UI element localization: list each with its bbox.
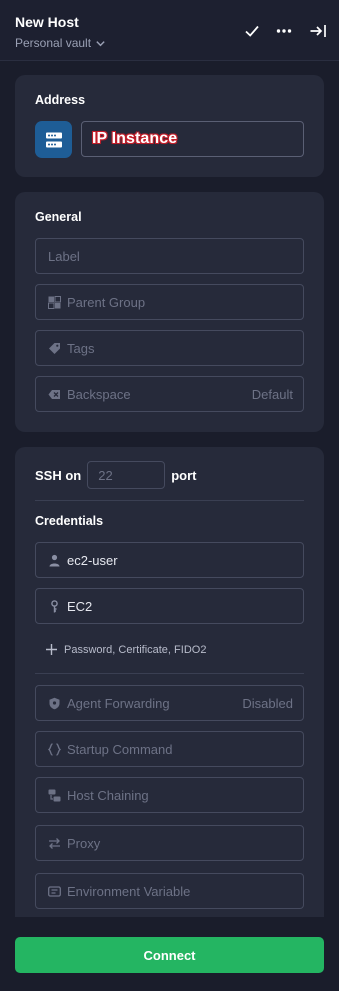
plus-icon [46,644,57,655]
backspace-label: Backspace [67,386,131,402]
proxy-field[interactable]: Proxy [35,825,304,861]
footer: Connect [0,917,339,991]
page-title: New Host [15,14,79,30]
key-field[interactable]: EC2 [35,588,304,624]
startup-command-label: Startup Command [67,741,173,757]
parent-group-field[interactable]: Parent Group [35,284,304,320]
vault-label: Personal vault [15,36,92,50]
label-field[interactable]: Label [35,238,304,274]
port-placeholder: 22 [98,467,113,483]
host-chain-icon [48,789,61,802]
general-card: General Label Parent Group Tags Backspac… [15,192,324,432]
backspace-icon [48,388,61,401]
close-panel-button[interactable] [307,20,329,42]
proxy-label: Proxy [67,835,101,851]
startup-command-field[interactable]: Startup Command [35,731,304,767]
agent-forwarding-field[interactable]: Agent Forwarding Disabled [35,685,304,721]
username-value: ec2-user [67,552,118,568]
divider [35,500,304,501]
credentials-title: Credentials [35,514,104,528]
address-card: Address IP Instance [15,75,324,177]
chevron-down-icon [96,40,105,46]
host-chaining-field[interactable]: Host Chaining [35,777,304,813]
port-input[interactable]: 22 [87,461,166,489]
group-icon [48,295,61,309]
ssh-port-line: SSH on 22 port [35,461,197,489]
divider [35,673,304,674]
label-placeholder: Label [48,248,80,264]
address-section-title: Address [35,93,86,107]
collapse-panel-icon [310,25,326,37]
address-input[interactable]: IP Instance [81,121,304,157]
tag-icon [48,342,61,355]
braces-icon [48,742,61,756]
save-button[interactable] [241,20,263,42]
backspace-value: Default [251,386,293,402]
env-variable-icon [48,885,61,898]
user-icon [48,554,61,567]
environment-variable-field[interactable]: Environment Variable [35,873,304,909]
swap-arrows-icon [48,837,61,850]
add-credential-button[interactable]: Password, Certificate, FIDO2 [45,643,206,656]
address-value: IP Instance [92,130,178,147]
key-icon [48,599,61,613]
general-section-title: General [35,210,82,224]
parent-group-placeholder: Parent Group [67,294,146,310]
tags-placeholder: Tags [67,340,95,356]
tags-field[interactable]: Tags [35,330,304,366]
ssh-card: SSH on 22 port Credentials ec2-user EC2 … [15,447,324,927]
agent-forwarding-value: Disabled [242,695,293,711]
vault-selector[interactable]: Personal vault [15,36,106,50]
key-value: EC2 [67,598,93,614]
connect-label: Connect [143,947,196,963]
environment-variable-label: Environment Variable [67,883,191,899]
host-chaining-label: Host Chaining [67,787,149,803]
checkmark-icon [245,25,259,37]
connect-button[interactable]: Connect [15,937,324,973]
shield-icon [48,697,61,710]
add-credential-label: Password, Certificate, FIDO2 [64,643,207,656]
ssh-prefix: SSH on [35,467,82,483]
username-field[interactable]: ec2-user [35,542,304,578]
header: New Host Personal vault [0,0,339,61]
server-icon [35,121,72,158]
more-options-button[interactable] [273,20,295,42]
backspace-field[interactable]: Backspace Default [35,376,304,412]
ssh-suffix: port [171,467,197,483]
agent-forwarding-label: Agent Forwarding [67,695,170,711]
more-icon [276,29,292,33]
